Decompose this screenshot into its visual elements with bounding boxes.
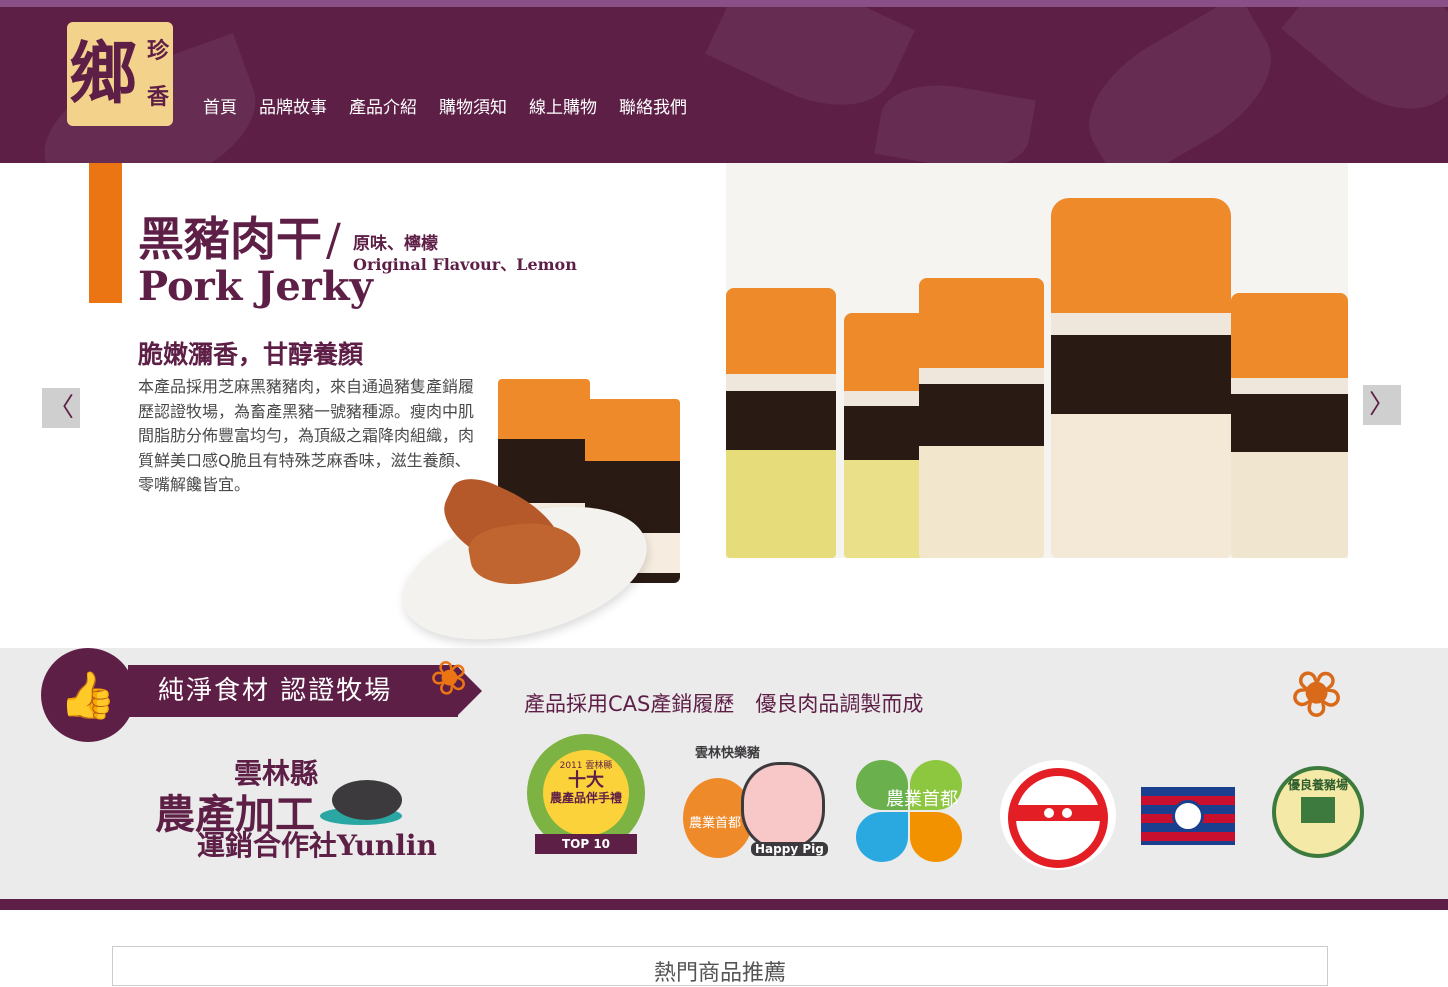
bg-leaf-decoration — [874, 74, 1036, 163]
pig-face-icon — [741, 762, 825, 850]
photo-jar — [844, 313, 926, 558]
slide-flavors-en: Original Flavour、Lemon — [353, 255, 577, 274]
featured-products-title: 熱門商品推薦 — [653, 961, 786, 986]
photo-jar — [919, 278, 1044, 558]
farm-house-icon — [1301, 797, 1335, 823]
nav-home[interactable]: 首頁 — [203, 93, 237, 118]
logo-main-glyph: 鄉 — [69, 34, 138, 114]
nav-online-shop[interactable]: 線上購物 — [529, 93, 597, 118]
bg-leaf-decoration — [1281, 7, 1448, 138]
site-header: 鄉 珍香 首頁 品牌故事 產品介紹 購物須知 線上購物 聯絡我們 — [0, 7, 1448, 163]
agriculture-capital-badge: 農業首都 — [856, 760, 964, 862]
slide-title-slash: / — [326, 215, 341, 266]
cas-logo — [1000, 760, 1116, 870]
footer-divider-bar — [0, 899, 1448, 910]
nav-products[interactable]: 產品介紹 — [349, 93, 417, 118]
slide-title-en: Pork Jerky — [138, 263, 373, 310]
top10-sub: 農產品伴手禮 — [549, 791, 622, 805]
agri-capital-text: 農業首都 — [886, 789, 958, 810]
nav-brand-story[interactable]: 品牌故事 — [259, 93, 327, 118]
product-photo — [726, 163, 1348, 558]
top10-gift-badge: 2011 雲林縣 十大 農產品伴手禮 TOP 10 — [527, 734, 645, 860]
pig-farm-text: 優良養豬場 — [1287, 778, 1348, 792]
happy-pig-title: 雲林快樂豬 — [695, 746, 761, 761]
main-nav: 首頁 品牌故事 產品介紹 購物須知 線上購物 聯絡我們 — [192, 93, 698, 118]
cas-description: 產品採用CAS產銷履歷 優良肉品調製而成 — [524, 692, 924, 716]
happy-pig-badge: 雲林快樂豬 農業首都 Happy Pig — [683, 742, 828, 864]
slider-prev-button[interactable]: 〈 — [42, 388, 80, 428]
coop-line-3-zh: 運銷合作社 — [197, 829, 338, 862]
photo-jar — [726, 288, 836, 558]
wheat-icon: ❀ — [1273, 647, 1360, 739]
yunlin-coop-logo: 雲林縣 農產加工 運銷合作社Yunlin — [152, 752, 442, 862]
black-pig-icon — [332, 780, 402, 820]
slider-next-button[interactable]: 〉 — [1363, 385, 1401, 425]
thumbs-up-icon: 👍 — [41, 648, 135, 742]
top10-main: 十大 — [568, 770, 604, 791]
logo-side-glyphs: 珍香 — [147, 38, 170, 110]
top-accent-bar — [0, 0, 1448, 7]
certification-flag-logo — [1141, 787, 1235, 845]
slide-subtitle: 脆嫩瀰香，甘醇養顏 — [138, 340, 364, 369]
quality-pig-farm-badge: 優良養豬場 — [1272, 766, 1364, 858]
photo-jar-main — [1051, 198, 1231, 558]
top10-ribbon: TOP 10 — [535, 834, 637, 854]
slide-accent-bar — [89, 163, 122, 303]
site-logo[interactable]: 鄉 珍香 — [67, 22, 173, 126]
nav-shopping-info[interactable]: 購物須知 — [439, 93, 507, 118]
certification-strip: 👍 純淨食材 認證牧場 ❀ ❀ 產品採用CAS產銷履歷 優良肉品調製而成 雲林縣… — [0, 645, 1448, 899]
certification-banner: 純淨食材 認證牧場 — [128, 665, 458, 717]
featured-products-box: 熱門商品推薦 — [112, 946, 1328, 986]
hero-slider: 黑豬肉干 / 原味、檸檬 Original Flavour、Lemon Pork… — [0, 163, 1448, 664]
coop-line-3: 運銷合作社Yunlin — [197, 824, 437, 864]
slide-title-zh: 黑豬肉干 — [138, 212, 322, 266]
photo-jar — [1231, 293, 1348, 558]
product-jars-with-jerky — [388, 373, 725, 664]
happy-pig-side: 農業首都 — [689, 816, 742, 831]
happy-pig-tag: Happy Pig — [751, 842, 828, 856]
bg-leaf-decoration — [1065, 7, 1295, 163]
nav-contact[interactable]: 聯絡我們 — [619, 93, 687, 118]
coop-line-3-en: Yunlin — [337, 829, 437, 862]
